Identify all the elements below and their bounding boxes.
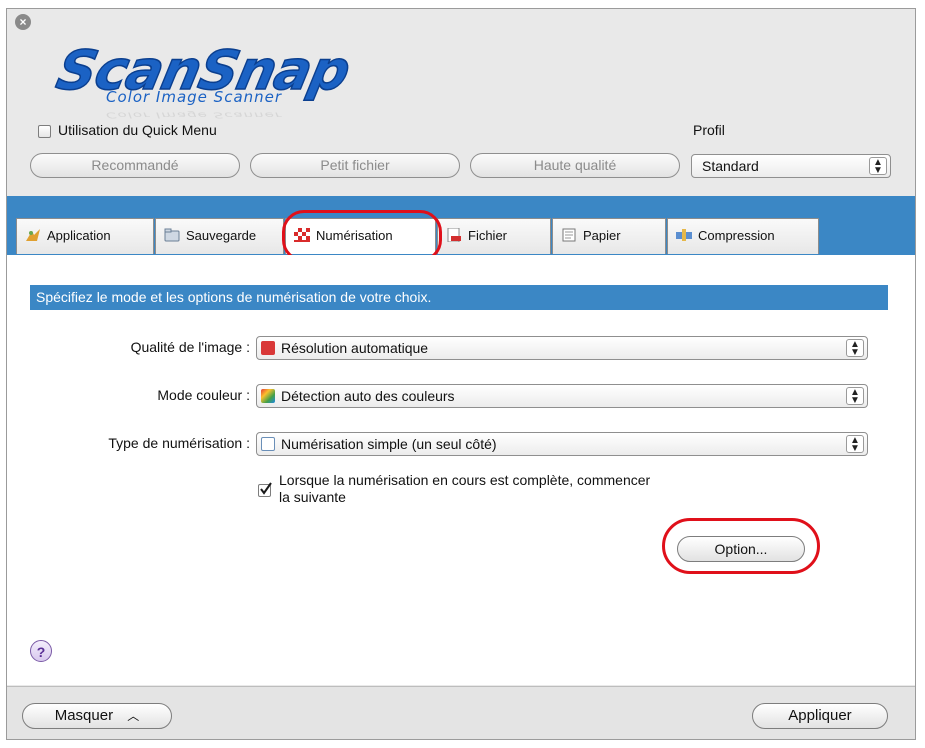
chevron-up-icon: ︿: [127, 709, 140, 723]
profile-select[interactable]: Standard ▲ ▼: [691, 154, 891, 178]
pdf-file-icon: [446, 221, 462, 243]
tab-label: Compression: [698, 228, 775, 243]
profile-label: Profil: [693, 122, 725, 138]
logo-reflection: Color Image Scanner: [106, 110, 283, 120]
tab-application[interactable]: Application: [16, 218, 154, 254]
compression-icon: [676, 221, 692, 241]
application-icon: [25, 221, 41, 241]
continue-scan-line1: Lorsque la numérisation en cours est com…: [279, 472, 651, 488]
paper-icon: [561, 221, 577, 242]
tab-sauvegarde[interactable]: Sauvegarde: [155, 218, 284, 254]
color-mode-value: Détection auto des couleurs: [281, 388, 455, 404]
stepper-arrows-icon: ▲ ▼: [846, 339, 864, 358]
stepper-arrows-icon: ▲ ▼: [846, 435, 864, 454]
stepper-arrows-icon: ▲ ▼: [846, 387, 864, 406]
scan-type-value: Numérisation simple (un seul côté): [281, 436, 497, 452]
tab-label: Fichier: [468, 228, 508, 243]
color-detection-icon: [261, 389, 275, 403]
continue-scan-label: Lorsque la numérisation en cours est com…: [279, 472, 650, 506]
scan-type-select[interactable]: Numérisation simple (un seul côté) ▲ ▼: [256, 432, 868, 456]
image-quality-label: Qualité de l'image :: [130, 339, 250, 355]
high-quality-button[interactable]: Haute qualité: [470, 153, 680, 178]
scan-settings-panel: [7, 255, 915, 685]
close-icon[interactable]: ×: [15, 14, 31, 30]
color-mode-select[interactable]: Détection auto des couleurs ▲ ▼: [256, 384, 868, 408]
tab-fichier[interactable]: Fichier: [437, 218, 551, 254]
section-heading: Spécifiez le mode et les options de numé…: [30, 285, 888, 310]
continue-scan-line2: la suivante: [279, 489, 346, 505]
apply-button[interactable]: Appliquer: [752, 703, 888, 729]
option-button-highlight: [662, 518, 820, 574]
continue-scan-checkbox[interactable]: [258, 482, 272, 497]
tab-label: Application: [47, 228, 111, 243]
tab-compression[interactable]: Compression: [667, 218, 819, 254]
hide-button-label: Masquer: [54, 707, 114, 724]
tab-label: Papier: [583, 228, 621, 243]
checkmark-icon: [260, 482, 272, 495]
hide-button[interactable]: Masquer ︿: [22, 703, 172, 729]
quick-menu-label: Utilisation du Quick Menu: [58, 122, 217, 138]
resolution-icon: [261, 341, 275, 355]
help-icon[interactable]: ?: [30, 640, 52, 662]
tab-label: Sauvegarde: [186, 228, 257, 243]
image-quality-select[interactable]: Résolution automatique ▲ ▼: [256, 336, 868, 360]
profile-select-value: Standard: [702, 158, 759, 174]
simplex-page-icon: [261, 437, 275, 451]
quick-menu-checkbox[interactable]: [38, 125, 51, 138]
scan-type-label: Type de numérisation :: [108, 435, 250, 451]
scansnap-logo: ScanSnap Color Image Scanner Color Image…: [51, 38, 356, 119]
logo-sub-text: Color Image Scanner: [106, 88, 283, 106]
tab-papier[interactable]: Papier: [552, 218, 666, 254]
small-file-button[interactable]: Petit fichier: [250, 153, 460, 178]
folder-icon: [164, 221, 180, 242]
color-mode-label: Mode couleur :: [157, 387, 250, 403]
stepper-arrows-icon: ▲ ▼: [869, 157, 887, 176]
recommended-button[interactable]: Recommandé: [30, 153, 240, 178]
image-quality-value: Résolution automatique: [281, 340, 429, 356]
